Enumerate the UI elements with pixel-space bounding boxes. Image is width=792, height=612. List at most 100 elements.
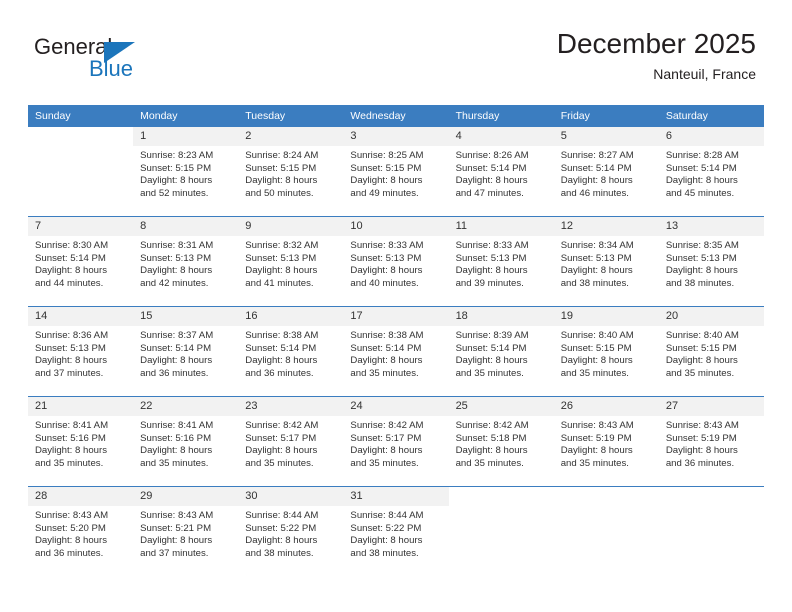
calendar-day-cell[interactable]: 15 Sunrise: 8:37 AM Sunset: 5:14 PM Dayligh… — [133, 306, 239, 397]
day-details: Sunrise: 8:24 AM Sunset: 5:15 PM Daylight:… — [238, 146, 343, 200]
day-detail-line: Sunrise: 8:40 AM — [665, 330, 739, 341]
day-detail-line: Sunrise: 8:34 AM — [560, 240, 634, 251]
day-details: Sunrise: 8:27 AM Sunset: 5:14 PM Daylight:… — [554, 146, 659, 200]
calendar-day-cell[interactable]: 17 Sunrise: 8:38 AM Sunset: 5:14 PM Dayligh… — [343, 306, 449, 397]
day-detail-line: and 50 minutes. — [245, 187, 314, 199]
calendar-cell-empty — [28, 127, 133, 217]
day-detail-line: and 41 minutes. — [245, 277, 314, 289]
day-details: Sunrise: 8:33 AM Sunset: 5:13 PM Daylight:… — [343, 236, 448, 290]
calendar-day-cell[interactable]: 12 Sunrise: 8:34 AM Sunset: 5:13 PM Dayligh… — [553, 216, 659, 307]
day-cell-inner: 1 Sunrise: 8:23 AM Sunset: 5:15 PM Daylight… — [133, 127, 239, 216]
day-detail-line: Daylight: 8 hours — [560, 445, 633, 456]
day-detail-line: Daylight: 8 hours — [350, 445, 423, 456]
day-detail-line: Sunset: 5:14 PM — [560, 162, 632, 174]
day-cell-inner: 23 Sunrise: 8:42 AM Sunset: 5:17 PM Dayligh… — [238, 397, 344, 486]
day-number: 30 — [238, 487, 344, 506]
day-detail-line: Sunset: 5:13 PM — [560, 252, 632, 264]
day-detail-line: Daylight: 8 hours — [350, 175, 423, 186]
general-blue-logo[interactable]: General Blue — [34, 34, 214, 86]
calendar-day-cell[interactable]: 5 Sunrise: 8:27 AM Sunset: 5:14 PM Daylight… — [553, 127, 659, 217]
calendar-day-cell[interactable]: 10 Sunrise: 8:33 AM Sunset: 5:13 PM Dayligh… — [343, 216, 449, 307]
calendar-day-cell[interactable]: 20 Sunrise: 8:40 AM Sunset: 5:15 PM Dayligh… — [658, 306, 764, 397]
day-detail-line: Daylight: 8 hours — [140, 265, 213, 276]
day-detail-line: Sunrise: 8:28 AM — [665, 150, 739, 161]
calendar-day-cell[interactable]: 21 Sunrise: 8:41 AM Sunset: 5:16 PM Dayligh… — [28, 396, 134, 487]
calendar-day-cell[interactable]: 16 Sunrise: 8:38 AM Sunset: 5:14 PM Dayligh… — [238, 306, 344, 397]
calendar-day-cell[interactable]: 1 Sunrise: 8:23 AM Sunset: 5:15 PM Daylight… — [133, 127, 239, 217]
day-details: Sunrise: 8:38 AM Sunset: 5:14 PM Daylight:… — [343, 326, 448, 380]
day-details: Sunrise: 8:26 AM Sunset: 5:14 PM Daylight:… — [449, 146, 554, 200]
day-cell-inner: 25 Sunrise: 8:42 AM Sunset: 5:18 PM Dayligh… — [448, 397, 554, 486]
day-detail-line: Daylight: 8 hours — [665, 175, 738, 186]
day-detail-line: Sunrise: 8:27 AM — [560, 150, 634, 161]
day-cell-inner: 5 Sunrise: 8:27 AM Sunset: 5:14 PM Daylight… — [553, 127, 659, 216]
day-details: Sunrise: 8:43 AM Sunset: 5:21 PM Daylight:… — [133, 506, 238, 560]
calendar-day-cell[interactable]: 30 Sunrise: 8:44 AM Sunset: 5:22 PM Dayligh… — [238, 486, 344, 576]
day-detail-line: and 36 minutes. — [245, 367, 314, 379]
day-number: 8 — [133, 217, 239, 236]
day-detail-line: and 36 minutes. — [35, 547, 104, 559]
day-detail-line: Sunset: 5:18 PM — [455, 432, 527, 444]
day-detail-line: and 35 minutes. — [245, 457, 314, 469]
day-details: Sunrise: 8:35 AM Sunset: 5:13 PM Daylight:… — [659, 236, 764, 290]
day-details — [449, 506, 554, 510]
day-detail-line: and 44 minutes. — [35, 277, 104, 289]
calendar-day-cell[interactable]: 19 Sunrise: 8:40 AM Sunset: 5:15 PM Dayligh… — [553, 306, 659, 397]
day-number: 15 — [133, 307, 239, 326]
calendar-day-cell[interactable]: 13 Sunrise: 8:35 AM Sunset: 5:13 PM Dayligh… — [658, 216, 764, 307]
calendar-day-cell[interactable]: 22 Sunrise: 8:41 AM Sunset: 5:16 PM Dayligh… — [133, 396, 239, 487]
day-number: 13 — [658, 217, 764, 236]
day-detail-line: Sunset: 5:13 PM — [35, 342, 106, 354]
day-detail-line: Daylight: 8 hours — [35, 535, 107, 546]
calendar-day-cell[interactable]: 28 Sunrise: 8:43 AM Sunset: 5:20 PM Dayligh… — [28, 486, 134, 576]
calendar-day-cell[interactable]: 25 Sunrise: 8:42 AM Sunset: 5:18 PM Dayligh… — [448, 396, 554, 487]
day-number: 4 — [448, 127, 554, 146]
calendar-week-row: 28 Sunrise: 8:43 AM Sunset: 5:20 PM Dayligh… — [28, 486, 764, 576]
calendar-day-cell[interactable]: 11 Sunrise: 8:33 AM Sunset: 5:13 PM Dayligh… — [448, 216, 554, 307]
day-detail-line: Sunset: 5:21 PM — [140, 522, 212, 534]
calendar-day-cell[interactable]: 3 Sunrise: 8:25 AM Sunset: 5:15 PM Daylight… — [343, 127, 449, 217]
calendar-day-cell[interactable]: 24 Sunrise: 8:42 AM Sunset: 5:17 PM Dayligh… — [343, 396, 449, 487]
day-details: Sunrise: 8:42 AM Sunset: 5:18 PM Daylight:… — [449, 416, 554, 470]
day-number: 5 — [553, 127, 659, 146]
calendar-day-cell[interactable]: 31 Sunrise: 8:44 AM Sunset: 5:22 PM Dayligh… — [343, 486, 449, 576]
calendar-day-cell[interactable]: 7 Sunrise: 8:30 AM Sunset: 5:14 PM Daylight… — [28, 216, 134, 307]
day-number: 9 — [238, 217, 344, 236]
calendar-cell-empty — [553, 486, 659, 576]
day-number: 2 — [238, 127, 344, 146]
calendar-day-cell[interactable]: 14 Sunrise: 8:36 AM Sunset: 5:13 PM Dayligh… — [28, 306, 134, 397]
day-number: 24 — [343, 397, 449, 416]
calendar-day-cell[interactable]: 27 Sunrise: 8:43 AM Sunset: 5:19 PM Dayligh… — [658, 396, 764, 487]
calendar-day-cell[interactable]: 29 Sunrise: 8:43 AM Sunset: 5:21 PM Dayligh… — [133, 486, 239, 576]
day-detail-line: Sunset: 5:13 PM — [455, 252, 527, 264]
day-details: Sunrise: 8:41 AM Sunset: 5:16 PM Daylight:… — [133, 416, 238, 470]
day-detail-line: Sunset: 5:13 PM — [140, 252, 212, 264]
day-detail-line: Sunset: 5:20 PM — [35, 522, 106, 534]
calendar-week-row: 7 Sunrise: 8:30 AM Sunset: 5:14 PM Daylight… — [28, 216, 764, 307]
day-cell-inner: 14 Sunrise: 8:36 AM Sunset: 5:13 PM Dayligh… — [28, 307, 134, 396]
day-number: 7 — [28, 217, 134, 236]
day-number: 23 — [238, 397, 344, 416]
calendar-day-cell[interactable]: 9 Sunrise: 8:32 AM Sunset: 5:13 PM Daylight… — [238, 216, 344, 307]
day-detail-line: Sunrise: 8:42 AM — [350, 420, 424, 431]
day-detail-line: Daylight: 8 hours — [455, 265, 528, 276]
weekday-header-saturday: Saturday — [658, 105, 764, 127]
day-detail-line: Daylight: 8 hours — [245, 535, 318, 546]
calendar-day-cell[interactable]: 6 Sunrise: 8:28 AM Sunset: 5:14 PM Daylight… — [658, 127, 764, 217]
day-detail-line: and 45 minutes. — [665, 187, 735, 199]
day-number: 10 — [343, 217, 449, 236]
calendar-day-cell[interactable]: 26 Sunrise: 8:43 AM Sunset: 5:19 PM Dayligh… — [553, 396, 659, 487]
calendar-day-cell[interactable]: 23 Sunrise: 8:42 AM Sunset: 5:17 PM Dayligh… — [238, 396, 344, 487]
day-cell-inner: 20 Sunrise: 8:40 AM Sunset: 5:15 PM Dayligh… — [658, 307, 764, 396]
calendar-day-cell[interactable]: 18 Sunrise: 8:39 AM Sunset: 5:14 PM Dayligh… — [448, 306, 554, 397]
day-cell-inner: 8 Sunrise: 8:31 AM Sunset: 5:13 PM Daylight… — [133, 217, 239, 306]
calendar-day-cell[interactable]: 8 Sunrise: 8:31 AM Sunset: 5:13 PM Daylight… — [133, 216, 239, 307]
calendar-day-cell[interactable]: 4 Sunrise: 8:26 AM Sunset: 5:14 PM Daylight… — [448, 127, 554, 217]
day-detail-line: Sunset: 5:16 PM — [35, 432, 106, 444]
day-number: 18 — [448, 307, 554, 326]
day-details: Sunrise: 8:42 AM Sunset: 5:17 PM Daylight:… — [238, 416, 343, 470]
day-details: Sunrise: 8:30 AM Sunset: 5:14 PM Daylight:… — [28, 236, 133, 290]
day-details: Sunrise: 8:36 AM Sunset: 5:13 PM Daylight:… — [28, 326, 133, 380]
day-detail-line: and 35 minutes. — [455, 457, 524, 469]
calendar-day-cell[interactable]: 2 Sunrise: 8:24 AM Sunset: 5:15 PM Daylight… — [238, 127, 344, 217]
